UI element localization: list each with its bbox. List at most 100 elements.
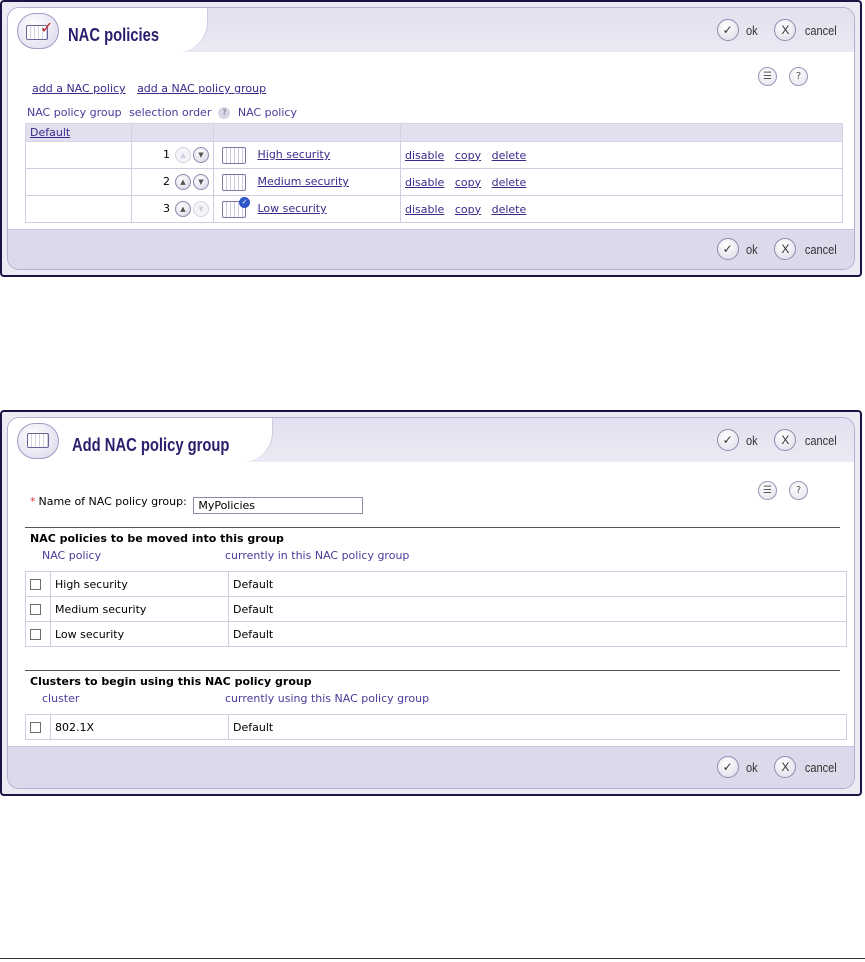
section-divider — [25, 670, 840, 671]
cancel-button[interactable]: cancel — [805, 760, 837, 775]
list-icon[interactable]: ☰ — [758, 67, 777, 86]
cluster-checkbox[interactable] — [30, 721, 41, 733]
table-row: 1 ▲ ▼ High security disable copy delete — [25, 141, 843, 169]
add-nac-policy-group-link[interactable]: add a NAC policy group — [137, 82, 266, 95]
policy-checkbox[interactable] — [30, 578, 41, 590]
policy-current-group: Default — [228, 571, 847, 597]
top-button-bar: ✓ ok X cancel — [716, 19, 840, 41]
page-title: Add NAC policy group — [72, 435, 230, 455]
policy-book-icon — [222, 173, 246, 191]
nac-policy-icon: ✓ — [17, 13, 59, 49]
footer-bar: ✓ ok X cancel — [8, 229, 854, 269]
move-up-icon[interactable]: ▲ — [175, 174, 191, 190]
add-nac-policy-group-panel: Add NAC policy group ✓ ok X cancel ☰ ? *… — [0, 410, 862, 796]
ok-icon[interactable]: ✓ — [716, 19, 739, 41]
move-up-icon[interactable]: ▲ — [175, 201, 191, 217]
cancel-icon[interactable]: X — [774, 238, 797, 260]
policies-section-title: NAC policies to be moved into this group — [30, 532, 284, 545]
move-down-icon[interactable]: ▼ — [193, 147, 209, 163]
help-icon[interactable]: ? — [789, 67, 808, 86]
cluster-current-group: Default — [228, 714, 847, 740]
policy-name: Low security — [50, 621, 229, 647]
table-row: Low security Default — [25, 621, 847, 647]
table-row: Medium security Default — [25, 596, 847, 622]
col-cluster: cluster — [42, 692, 80, 705]
page-title: NAC policies — [68, 25, 160, 45]
disable-link[interactable]: disable — [405, 203, 444, 216]
utility-icons: ☰ ? — [758, 481, 808, 500]
table-row: 2 ▲ ▼ Medium security disable copy delete — [25, 168, 843, 196]
list-icon[interactable]: ☰ — [758, 481, 777, 500]
copy-link[interactable]: copy — [455, 176, 481, 189]
table-row: 3 ▲ ▼ ✓ Low security disable copy delete — [25, 195, 843, 223]
delete-link[interactable]: delete — [492, 203, 527, 216]
move-up-icon: ▲ — [175, 147, 191, 163]
policy-current-group: Default — [228, 621, 847, 647]
bottom-button-bar: ✓ ok X cancel — [716, 756, 840, 778]
nac-policies-panel-body: ✓ NAC policies ✓ ok X cancel ☰ ? add a N… — [7, 7, 855, 270]
cancel-icon[interactable]: X — [774, 756, 797, 778]
ok-icon[interactable]: ✓ — [716, 756, 739, 778]
cancel-icon[interactable]: X — [774, 19, 797, 41]
policy-name: High security — [50, 571, 229, 597]
add-nac-policy-link[interactable]: add a NAC policy — [32, 82, 126, 95]
ok-button[interactable]: ok — [746, 242, 758, 257]
disable-link[interactable]: disable — [405, 176, 444, 189]
policy-link[interactable]: High security — [258, 148, 331, 161]
col-nac-policy: NAC policy — [42, 549, 102, 562]
add-links: add a NAC policy add a NAC policy group — [32, 82, 274, 95]
copy-link[interactable]: copy — [455, 149, 481, 162]
copy-link[interactable]: copy — [455, 203, 481, 216]
table-row: 802.1X Default — [25, 714, 847, 740]
ok-button[interactable]: ok — [746, 23, 758, 38]
delete-link[interactable]: delete — [492, 176, 527, 189]
ok-icon[interactable]: ✓ — [716, 429, 739, 451]
policy-name: Medium security — [50, 596, 229, 622]
ok-button[interactable]: ok — [746, 760, 758, 775]
ok-icon[interactable]: ✓ — [716, 238, 739, 260]
col-nac-policy: NAC policy — [237, 106, 297, 119]
footer-bar: ✓ ok X cancel — [8, 746, 854, 788]
cancel-button[interactable]: cancel — [805, 242, 837, 257]
top-button-bar: ✓ ok X cancel — [716, 429, 840, 451]
policy-checkbox[interactable] — [30, 603, 41, 615]
order-number: 3 — [163, 202, 170, 215]
section-divider — [25, 527, 840, 528]
policy-book-default-icon: ✓ — [222, 196, 250, 218]
disable-link[interactable]: disable — [405, 149, 444, 162]
add-group-panel-body: Add NAC policy group ✓ ok X cancel ☰ ? *… — [7, 417, 855, 789]
move-down-icon[interactable]: ▼ — [193, 174, 209, 190]
help-small-icon[interactable]: ? — [218, 107, 231, 119]
ok-button[interactable]: ok — [746, 433, 758, 448]
group-name-row: * Name of NAC policy group: MyPolicies — [30, 495, 364, 514]
title-tab: Add NAC policy group — [8, 418, 273, 462]
policy-group-icon — [17, 423, 59, 459]
cancel-icon[interactable]: X — [774, 429, 797, 451]
cancel-button[interactable]: cancel — [805, 433, 837, 448]
policy-link[interactable]: Low security — [258, 202, 327, 215]
group-link-default[interactable]: Default — [30, 126, 70, 139]
title-tab: ✓ NAC policies — [8, 8, 208, 52]
col-currently-in-group: currently in this NAC policy group — [225, 549, 410, 562]
order-number: 2 — [163, 175, 170, 188]
policy-current-group: Default — [228, 596, 847, 622]
cancel-button[interactable]: cancel — [805, 23, 837, 38]
policy-checkbox[interactable] — [30, 628, 41, 640]
clusters-section-title: Clusters to begin using this NAC policy … — [30, 675, 312, 688]
group-name-label: Name of NAC policy group: — [38, 495, 187, 508]
group-name-input[interactable]: MyPolicies — [193, 497, 364, 514]
page-divider — [0, 958, 865, 959]
clusters-table: 802.1X Default — [25, 714, 847, 740]
col-selection-order: selection order — [129, 106, 212, 119]
help-icon[interactable]: ? — [789, 481, 808, 500]
policies-table: High security Default Medium security De… — [25, 571, 847, 647]
order-number: 1 — [163, 148, 170, 161]
cluster-name: 802.1X — [50, 714, 229, 740]
delete-link[interactable]: delete — [492, 149, 527, 162]
col-nac-policy-group: NAC policy group — [27, 106, 122, 119]
required-marker: * — [30, 495, 36, 508]
table-row: High security Default — [25, 571, 847, 597]
policy-table: Default 1 ▲ ▼ High security disable copy d… — [25, 123, 843, 223]
policy-link[interactable]: Medium security — [258, 175, 349, 188]
move-down-icon: ▼ — [193, 201, 209, 217]
